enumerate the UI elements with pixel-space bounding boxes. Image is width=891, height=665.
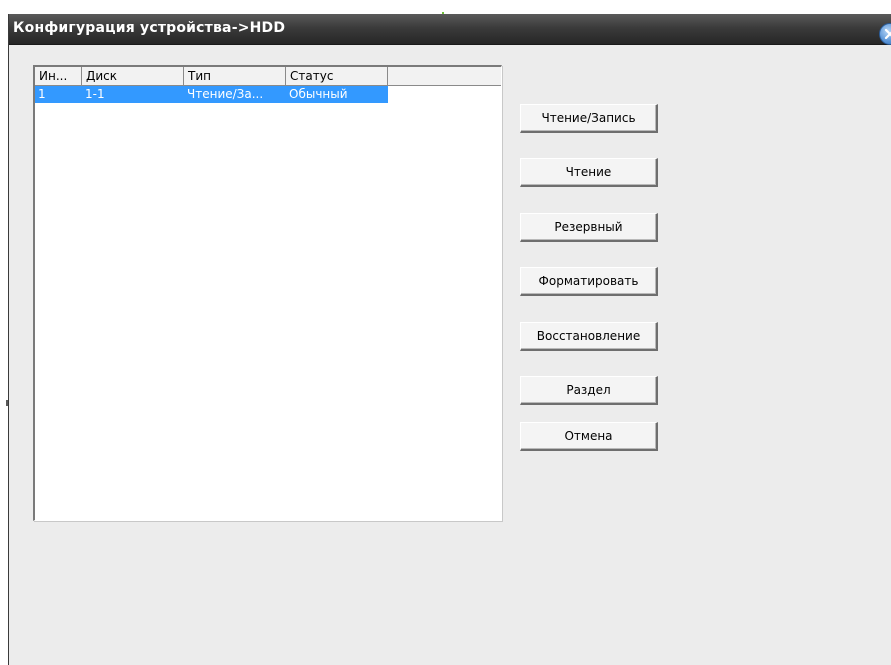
cell-type: Чтение/За...: [184, 86, 286, 103]
disk-list-header: Ин... Диск Тип Статус: [35, 67, 501, 86]
close-button[interactable]: [879, 23, 891, 45]
cell-disk: 1-1: [82, 86, 184, 103]
cell-index: 1: [35, 86, 82, 103]
column-header-index[interactable]: Ин...: [35, 67, 82, 86]
window-title: Конфигурация устройства->HDD: [13, 20, 286, 36]
disk-list[interactable]: Ин... Диск Тип Статус 1 1-1 Чтение/За...…: [33, 65, 502, 521]
title-bar[interactable]: Конфигурация устройства->HDD: [9, 14, 891, 45]
column-header-filler: [388, 67, 501, 86]
column-header-disk[interactable]: Диск: [82, 67, 184, 86]
redundant-button[interactable]: Резервный: [520, 213, 658, 242]
hdd-config-window: Конфигурация устройства->HDD Ин... Диск …: [8, 14, 891, 665]
column-header-type[interactable]: Тип: [184, 67, 286, 86]
table-row[interactable]: 1 1-1 Чтение/За... Обычный: [35, 86, 388, 103]
format-button[interactable]: Форматировать: [520, 267, 658, 296]
column-header-status[interactable]: Статус: [286, 67, 388, 86]
read-only-button[interactable]: Чтение: [520, 158, 658, 187]
partition-button[interactable]: Раздел: [520, 376, 658, 405]
read-write-button[interactable]: Чтение/Запись: [520, 104, 658, 133]
cell-status: Обычный: [286, 86, 388, 103]
cancel-button[interactable]: Отмена: [520, 422, 658, 451]
close-icon: [884, 28, 891, 40]
recover-button[interactable]: Восстановление: [520, 322, 658, 351]
